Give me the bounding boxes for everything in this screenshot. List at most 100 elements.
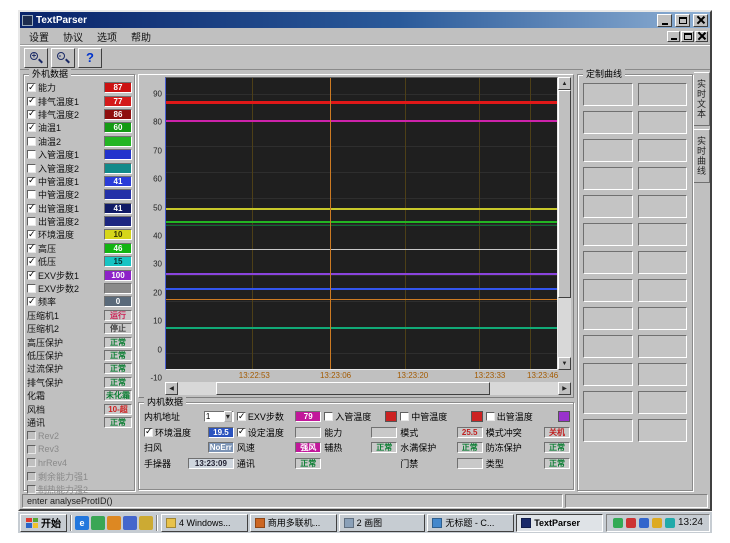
taskbar-window-button[interactable]: 4 Windows...	[161, 514, 248, 532]
row-checkbox[interactable]	[27, 257, 36, 266]
cell-checkbox[interactable]	[324, 412, 333, 421]
minimize-button[interactable]	[657, 14, 672, 27]
row-checkbox[interactable]	[27, 472, 36, 481]
crosshair-vertical[interactable]	[330, 78, 331, 369]
scroll-left-button[interactable]	[165, 382, 178, 395]
side-tab[interactable]: 实时曲线	[694, 129, 710, 183]
curve-slot[interactable]	[583, 111, 633, 134]
cell-checkbox[interactable]	[237, 412, 246, 421]
menu-item[interactable]: 帮助	[124, 28, 158, 45]
zoom-in-button[interactable]	[24, 48, 48, 68]
cell-value[interactable]: 13:23:09	[188, 458, 234, 469]
quicklaunch-icon[interactable]	[107, 516, 121, 530]
cell-checkbox[interactable]	[486, 412, 495, 421]
scroll-right-button[interactable]	[558, 382, 571, 395]
cell-checkbox[interactable]	[237, 428, 246, 437]
curve-slot[interactable]	[583, 251, 633, 274]
curve-slot[interactable]	[638, 139, 688, 162]
taskbar-window-button[interactable]: 无标题 - C...	[427, 514, 514, 532]
row-checkbox[interactable]	[27, 297, 36, 306]
row-checkbox[interactable]	[27, 123, 36, 132]
curve-slot[interactable]	[638, 279, 688, 302]
quicklaunch-icon[interactable]	[139, 516, 153, 530]
menu-item[interactable]: 协议	[56, 28, 90, 45]
chart-vertical-scrollbar[interactable]	[558, 77, 571, 370]
row-checkbox[interactable]	[27, 97, 36, 106]
vertical-scroll-track[interactable]	[558, 90, 571, 357]
curve-slot[interactable]	[583, 139, 633, 162]
cell-value[interactable]: NoErr	[208, 442, 234, 453]
chart-horizontal-scrollbar[interactable]	[165, 382, 571, 395]
menu-item[interactable]: 选项	[90, 28, 124, 45]
curve-slot[interactable]	[638, 251, 688, 274]
curve-slot[interactable]	[583, 83, 633, 106]
row-checkbox[interactable]	[27, 271, 36, 280]
close-button[interactable]	[693, 14, 708, 27]
tray-icon[interactable]	[665, 518, 675, 528]
menu-item[interactable]: 设置	[22, 28, 56, 45]
help-button[interactable]	[78, 48, 102, 68]
curve-slot[interactable]	[583, 223, 633, 246]
scroll-down-button[interactable]	[558, 357, 571, 370]
mdi-minimize-button[interactable]	[667, 31, 680, 42]
curve-slot[interactable]	[638, 335, 688, 358]
quicklaunch-icon[interactable]	[91, 516, 105, 530]
row-checkbox[interactable]	[27, 150, 36, 159]
title-bar[interactable]: TextParser	[20, 12, 710, 28]
curve-slot[interactable]	[583, 419, 633, 442]
quicklaunch-icon[interactable]: e	[75, 516, 89, 530]
curve-slot[interactable]	[638, 167, 688, 190]
tray-icon[interactable]	[639, 518, 649, 528]
row-checkbox[interactable]	[27, 190, 36, 199]
cell-checkbox[interactable]	[400, 412, 409, 421]
curve-slot[interactable]	[638, 363, 688, 386]
row-checkbox[interactable]	[27, 284, 36, 293]
curve-slot[interactable]	[638, 223, 688, 246]
tray-icon[interactable]	[626, 518, 636, 528]
curve-slot[interactable]	[638, 419, 688, 442]
row-checkbox[interactable]	[27, 230, 36, 239]
curve-slot[interactable]	[638, 83, 688, 106]
maximize-button[interactable]	[675, 14, 690, 27]
curve-slot[interactable]	[583, 195, 633, 218]
curve-slot[interactable]	[583, 335, 633, 358]
side-tab[interactable]: 实时文本	[694, 72, 710, 126]
row-checkbox[interactable]	[27, 177, 36, 186]
taskbar-window-button[interactable]: TextParser	[516, 514, 603, 532]
horizontal-scroll-track[interactable]	[178, 382, 558, 395]
row-checkbox[interactable]	[27, 204, 36, 213]
row-checkbox[interactable]	[27, 164, 36, 173]
tray-icon[interactable]	[652, 518, 662, 528]
cell-value[interactable]: 19.5	[208, 427, 234, 438]
curve-slot[interactable]	[583, 279, 633, 302]
mdi-restore-button[interactable]	[681, 31, 694, 42]
horizontal-scroll-thumb[interactable]	[216, 382, 490, 395]
curve-slot[interactable]	[583, 363, 633, 386]
row-checkbox[interactable]	[27, 83, 36, 92]
plot-area[interactable]	[165, 77, 558, 370]
row-checkbox[interactable]	[27, 458, 36, 467]
row-checkbox[interactable]	[27, 110, 36, 119]
row-checkbox[interactable]	[27, 445, 36, 454]
row-checkbox[interactable]	[27, 217, 36, 226]
curve-slot[interactable]	[638, 391, 688, 414]
curve-slot[interactable]	[638, 195, 688, 218]
curve-slot[interactable]	[638, 307, 688, 330]
quicklaunch-icon[interactable]	[123, 516, 137, 530]
start-button[interactable]: 开始	[20, 514, 67, 532]
curve-slot[interactable]	[638, 111, 688, 134]
taskbar-window-button[interactable]: 商用多联机...	[250, 514, 337, 532]
tray-icon[interactable]	[613, 518, 623, 528]
taskbar-window-button[interactable]: 2 画图	[339, 514, 426, 532]
curve-slot[interactable]	[583, 167, 633, 190]
curve-slot[interactable]	[583, 391, 633, 414]
zoom-out-button[interactable]	[51, 48, 75, 68]
row-checkbox[interactable]	[27, 431, 36, 440]
row-checkbox[interactable]	[27, 244, 36, 253]
mdi-close-button[interactable]	[695, 31, 708, 42]
curve-slot[interactable]	[583, 307, 633, 330]
crosshair-horizontal[interactable]	[166, 299, 557, 300]
cell-value[interactable]: 1	[204, 411, 234, 422]
clock[interactable]: 13:24	[678, 517, 703, 528]
row-checkbox[interactable]	[27, 137, 36, 146]
